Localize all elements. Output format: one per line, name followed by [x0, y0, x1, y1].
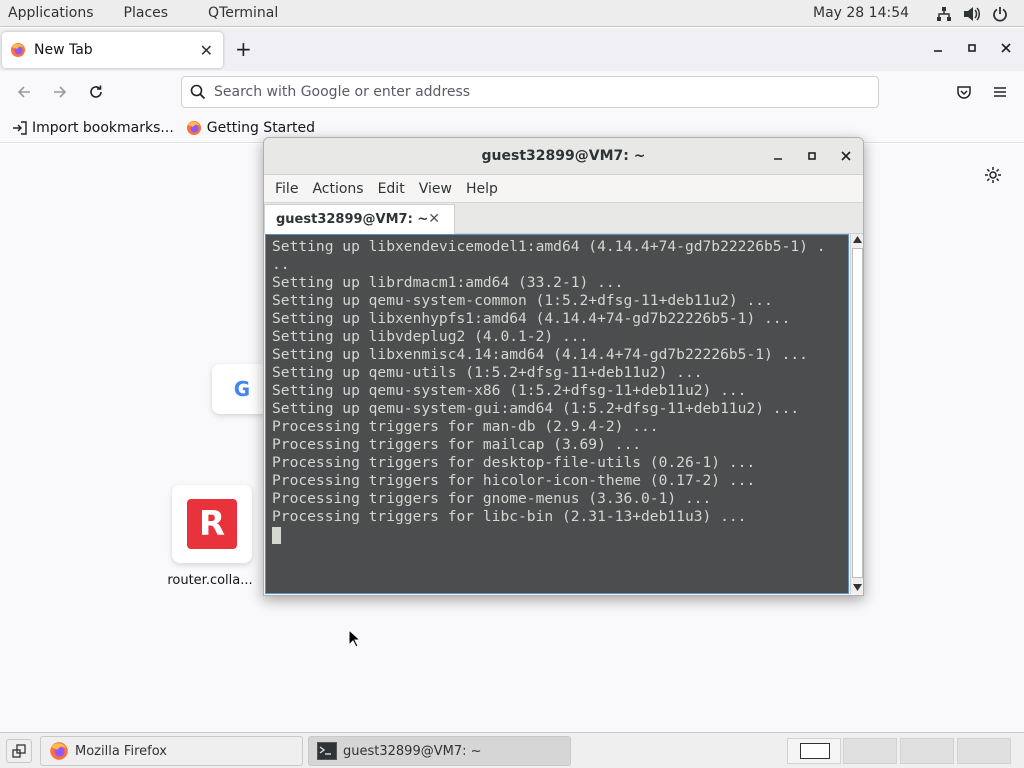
close-window-icon[interactable] [996, 38, 1016, 58]
address-bar[interactable] [181, 76, 879, 108]
terminal-line: Setting up libxenmisc4.14:amd64 (4.14.4+… [272, 346, 808, 363]
import-bookmarks-label: Import bookmarks... [32, 119, 174, 136]
qterminal-app-menu[interactable]: QTerminal [200, 0, 286, 27]
qterminal-window: guest32899@VM7: ~ File Actions Edit View… [263, 137, 864, 596]
taskbar: Mozilla Firefox guest32899@VM7: ~ [0, 732, 1024, 768]
scroll-down-icon[interactable] [853, 584, 862, 591]
firefox-icon [49, 741, 69, 761]
firefox-icon [186, 120, 202, 136]
firefox-tab-bar: New Tab ✕ + [0, 28, 1024, 71]
getting-started-label: Getting Started [206, 119, 316, 136]
window-title: guest32899@VM7: ~ [481, 148, 646, 164]
workspace-1[interactable] [787, 738, 841, 764]
workspace-3[interactable] [900, 738, 954, 764]
clock[interactable]: May 28 14:54 [813, 0, 909, 27]
tab-title: New Tab [34, 42, 93, 58]
forward-icon[interactable] [48, 80, 72, 104]
firefox-icon [10, 42, 26, 58]
places-menu[interactable]: Places [116, 0, 177, 27]
top-panel: Applications Places QTerminal May 28 14:… [0, 0, 1024, 27]
show-desktop-icon[interactable] [6, 739, 32, 763]
terminal-line: Setting up libxendevicemodel1:amd64 (4.1… [272, 238, 826, 255]
reload-icon[interactable] [84, 80, 108, 104]
taskbar-item-label: guest32899@VM7: ~ [343, 743, 482, 759]
terminal-line: Setting up qemu-system-common (1:5.2+dfs… [272, 292, 773, 309]
terminal-line: Processing triggers for gnome-menus (3.3… [272, 490, 712, 507]
back-icon[interactable] [12, 80, 36, 104]
menu-view[interactable]: View [412, 181, 459, 197]
scrollbar-thumb[interactable] [852, 248, 863, 578]
terminal-scrollbar[interactable] [850, 234, 863, 594]
terminal-prompt-line [272, 526, 848, 544]
terminal-line: Setting up qemu-system-gui:amd64 (1:5.2+… [272, 400, 800, 417]
minimize-icon[interactable] [928, 38, 948, 58]
taskbar-item-label: Mozilla Firefox [75, 743, 167, 759]
taskbar-item-firefox[interactable]: Mozilla Firefox [40, 736, 303, 766]
router-icon-letter: R [198, 504, 226, 544]
shortcut-tile-router[interactable]: R [172, 485, 252, 563]
new-tab-button[interactable]: + [235, 37, 252, 61]
power-icon[interactable] [991, 5, 1009, 23]
terminal-line: Setting up qemu-system-x86 (1:5.2+dfsg-1… [272, 382, 747, 399]
hamburger-menu-icon[interactable] [988, 80, 1012, 104]
pocket-icon[interactable] [952, 80, 976, 104]
search-icon [190, 84, 206, 100]
terminal-cursor [272, 526, 281, 544]
tab-new-tab[interactable]: New Tab ✕ [2, 32, 223, 68]
menu-help[interactable]: Help [459, 181, 505, 197]
terminal-line: Processing triggers for hicolor-icon-the… [272, 472, 756, 489]
terminal-line: .. [272, 256, 290, 273]
terminal-tab-label: guest32899@VM7: ~ [276, 212, 429, 227]
terminal-line: Setting up qemu-utils (1:5.2+dfsg-11+deb… [272, 364, 703, 381]
menu-edit[interactable]: Edit [371, 181, 412, 197]
terminal-line: Processing triggers for man-db (2.9.4-2)… [272, 418, 659, 435]
terminal-output[interactable]: Setting up libxendevicemodel1:amd64 (4.1… [265, 234, 849, 594]
scroll-up-icon[interactable] [853, 236, 862, 243]
qterminal-tab-bar: guest32899@VM7: ~ ✕ [264, 202, 863, 234]
close-tab-icon[interactable]: ✕ [200, 41, 213, 60]
taskbar-item-qterminal[interactable]: guest32899@VM7: ~ [308, 736, 571, 766]
minimize-icon[interactable] [769, 147, 787, 165]
menu-file[interactable]: File [268, 181, 305, 197]
workspace-2[interactable] [843, 738, 897, 764]
maximize-icon[interactable] [803, 147, 821, 165]
mouse-cursor-icon [348, 629, 360, 648]
import-icon [12, 120, 28, 136]
applications-menu[interactable]: Applications [0, 0, 102, 27]
terminal-line: Setting up librdmacm1:amd64 (33.2-1) ... [272, 274, 624, 291]
settings-gear-icon[interactable] [984, 166, 1002, 184]
qterminal-titlebar[interactable]: guest32899@VM7: ~ [264, 138, 863, 175]
terminal-line: Processing triggers for desktop-file-uti… [272, 454, 756, 471]
workspace-4[interactable] [957, 738, 1011, 764]
terminal-icon [317, 742, 337, 760]
getting-started-bookmark[interactable]: Getting Started [186, 120, 315, 136]
qterminal-menubar: File Actions Edit View Help [264, 175, 863, 202]
maximize-icon[interactable] [962, 38, 982, 58]
menu-actions[interactable]: Actions [305, 181, 370, 197]
terminal-tab[interactable]: guest32899@VM7: ~ ✕ [264, 204, 455, 234]
shortcut-label-router[interactable]: router.colla... [160, 573, 260, 588]
google-icon: G [233, 377, 251, 401]
close-tab-icon[interactable]: ✕ [428, 211, 440, 227]
router-icon: R [187, 499, 237, 549]
terminal-line: Setting up libvdeplug2 (4.0.1-2) ... [272, 328, 589, 345]
import-bookmarks-button[interactable]: Import bookmarks... [12, 120, 174, 136]
terminal-line: Processing triggers for libc-bin (2.31-1… [272, 508, 747, 525]
terminal-line: Setting up libxenhypfs1:amd64 (4.14.4+74… [272, 310, 791, 327]
network-icon[interactable] [935, 5, 953, 23]
firefox-nav-bar [0, 71, 1024, 113]
close-window-icon[interactable] [837, 147, 855, 165]
url-input[interactable] [214, 84, 834, 100]
volume-icon[interactable] [963, 5, 981, 23]
terminal-line: Processing triggers for mailcap (3.69) .… [272, 436, 642, 453]
